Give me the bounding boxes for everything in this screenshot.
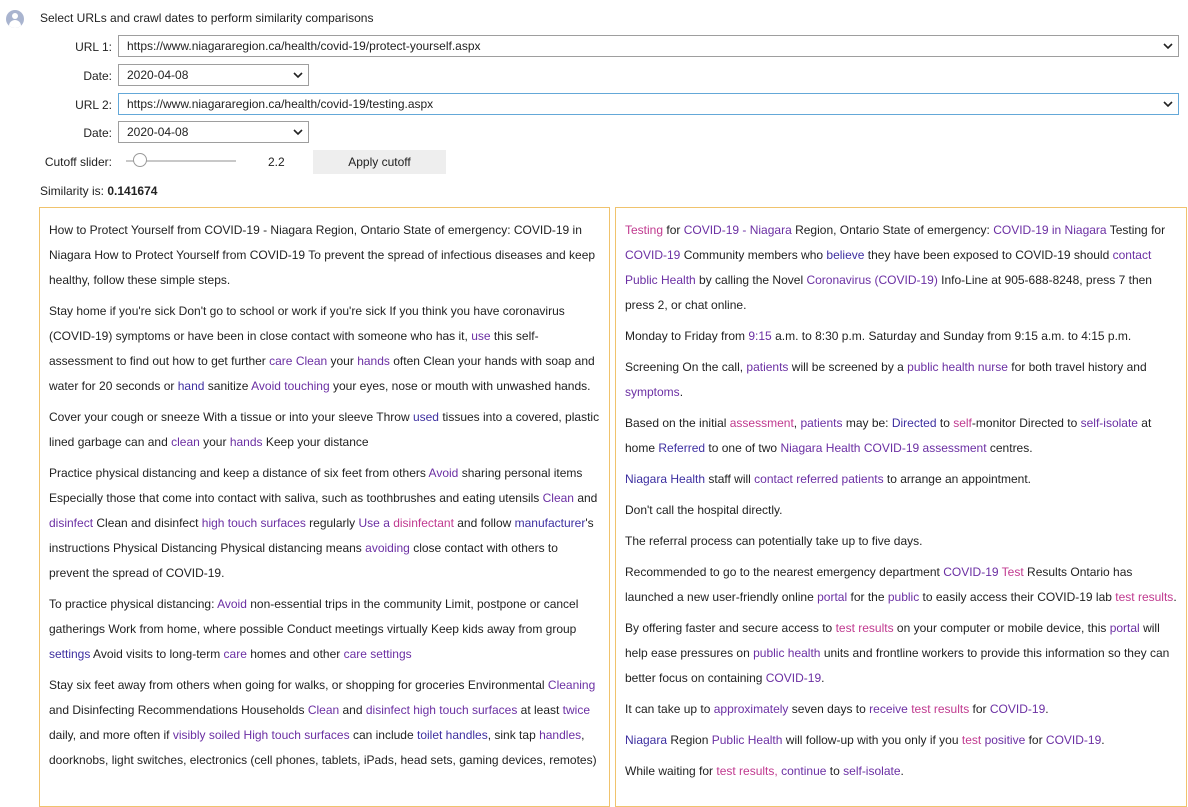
date2-label: Date: [83, 126, 112, 140]
paragraph: Niagara Health staff will contact referr… [625, 472, 1032, 486]
date1-select[interactable]: 2020-04-08 [118, 64, 309, 86]
paragraph: Based on the initial assessment, patient… [625, 416, 1152, 455]
instruction-text: Select URLs and crawl dates to perform s… [40, 11, 374, 25]
paragraph: Don't call the hospital directly. [625, 503, 783, 517]
user-avatar-icon [6, 10, 24, 28]
chevron-down-icon [293, 129, 303, 136]
similarity-result: Similarity is: 0.141674 [40, 184, 157, 198]
paragraph: Cover your cough or sneeze With a tissue… [49, 410, 600, 449]
chevron-down-icon [1163, 43, 1173, 50]
date2-value: 2020-04-08 [127, 125, 189, 139]
cutoff-value: 2.2 [268, 155, 285, 169]
paragraph: Practice physical distancing and keep a … [49, 466, 598, 580]
paragraph: Stay six feet away from others when goin… [49, 678, 597, 767]
url1-label: URL 1: [75, 40, 112, 54]
chevron-down-icon [1163, 101, 1173, 108]
url1-value: https://www.niagararegion.ca/health/covi… [127, 39, 481, 53]
url2-select[interactable]: https://www.niagararegion.ca/health/covi… [118, 93, 1179, 115]
date1-label: Date: [83, 69, 112, 83]
right-text-panel: Testing for COVID-19 - Niagara Region, O… [615, 207, 1187, 807]
cutoff-slider-handle[interactable] [133, 153, 148, 167]
paragraph: Stay home if you're sick Don't go to sch… [49, 304, 595, 393]
apply-cutoff-button[interactable]: Apply cutoff [313, 150, 446, 174]
url1-select[interactable]: https://www.niagararegion.ca/health/covi… [118, 35, 1179, 57]
paragraph: Screening On the call, patients will be … [625, 360, 1147, 399]
paragraph: It can take up to approximately seven da… [625, 702, 1049, 716]
paragraph: Testing for COVID-19 - Niagara Region, O… [625, 223, 1166, 312]
similarity-label: Similarity is: [40, 184, 105, 198]
left-text-panel: How to Protect Yourself from COVID-19 - … [39, 207, 610, 807]
paragraph: The referral process can potentially tak… [625, 534, 923, 548]
paragraph: To practice physical distancing: Avoid n… [49, 597, 579, 661]
paragraph: Monday to Friday from 9:15 a.m. to 8:30 … [625, 329, 1132, 343]
date1-value: 2020-04-08 [127, 68, 189, 82]
paragraph: Niagara Region Public Health will follow… [625, 733, 1105, 747]
url2-label: URL 2: [75, 98, 112, 112]
paragraph: By offering faster and secure access to … [625, 621, 1170, 685]
url2-value: https://www.niagararegion.ca/health/covi… [127, 97, 434, 111]
paragraph: While waiting for test results, continue… [625, 764, 904, 778]
chevron-down-icon [293, 72, 303, 79]
similarity-value: 0.141674 [107, 184, 158, 198]
paragraph: Recommended to go to the nearest emergen… [625, 565, 1177, 604]
paragraph: How to Protect Yourself from COVID-19 - … [49, 223, 596, 287]
cutoff-label: Cutoff slider: [44, 155, 112, 169]
date2-select[interactable]: 2020-04-08 [118, 121, 309, 143]
